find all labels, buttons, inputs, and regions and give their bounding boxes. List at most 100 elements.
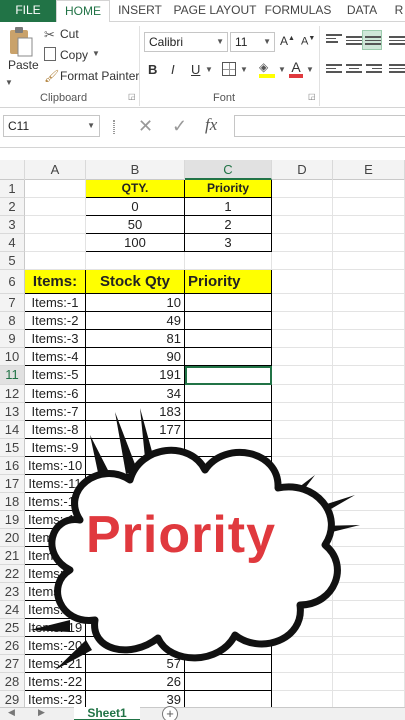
formula-input[interactable] [234, 115, 405, 137]
cell[interactable] [272, 294, 333, 312]
paste-icon[interactable] [8, 26, 34, 58]
grow-font-icon[interactable]: A▲ [280, 34, 295, 48]
cell[interactable] [272, 234, 333, 252]
priority-cell[interactable] [185, 348, 272, 366]
add-sheet-button[interactable]: + [162, 706, 178, 720]
cell[interactable] [272, 198, 333, 216]
cell[interactable] [333, 198, 405, 216]
stock-qty-cell[interactable]: 81 [86, 330, 185, 348]
column-header-b[interactable]: B [86, 160, 185, 180]
cell[interactable] [272, 180, 333, 198]
tab-home[interactable]: HOME [56, 0, 110, 23]
cell[interactable] [272, 312, 333, 330]
item-name-cell[interactable]: Items:-2 [25, 312, 86, 330]
priority-table-cell[interactable]: 0 [86, 198, 185, 216]
item-name-cell[interactable]: Items:-1 [25, 294, 86, 312]
row-header-6[interactable]: 6 [0, 270, 25, 294]
align-right-icon[interactable] [366, 64, 382, 76]
tab-insert[interactable]: INSERT [112, 0, 168, 22]
column-header-c[interactable]: C [185, 160, 272, 180]
cut-button[interactable]: Cut [60, 27, 79, 41]
cell[interactable] [272, 270, 333, 294]
copy-button[interactable]: Copy [60, 48, 88, 62]
column-header-a[interactable]: A [25, 160, 86, 180]
priority-table-header[interactable]: QTY. [86, 180, 185, 198]
cell[interactable] [333, 330, 405, 348]
cell[interactable] [333, 366, 405, 385]
row-header-2[interactable]: 2 [0, 198, 25, 216]
cell[interactable] [333, 252, 405, 270]
cell[interactable] [25, 216, 86, 234]
row-header-5[interactable]: 5 [0, 252, 25, 270]
row-header-10[interactable]: 10 [0, 348, 25, 366]
row-header-11[interactable]: 11 [0, 366, 25, 385]
priority-table-cell[interactable]: 100 [86, 234, 185, 252]
cell[interactable] [333, 180, 405, 198]
cell[interactable] [333, 216, 405, 234]
priority-cell[interactable] [185, 330, 272, 348]
row-header-4[interactable]: 4 [0, 234, 25, 252]
font-color-dropdown-icon[interactable]: ▼ [306, 65, 314, 74]
cell[interactable] [333, 294, 405, 312]
next-sheet-icon[interactable]: ▶ [38, 707, 45, 718]
row-header-7[interactable]: 7 [0, 294, 25, 312]
items-table-header[interactable]: Items: [25, 270, 86, 294]
priority-table-cell[interactable]: 2 [185, 216, 272, 234]
font-name-combo[interactable]: Calibri ▼ [144, 32, 228, 52]
font-color-icon[interactable]: A [289, 59, 303, 78]
priority-cell[interactable] [185, 294, 272, 312]
stock-qty-cell[interactable]: 90 [86, 348, 185, 366]
name-box[interactable]: C11 ▼ [3, 115, 100, 137]
items-table-header[interactable]: Stock Qty [86, 270, 185, 294]
underline-dropdown-icon[interactable]: ▼ [205, 65, 213, 74]
paste-button[interactable]: Paste [8, 58, 39, 72]
cancel-icon[interactable]: ✕ [138, 116, 153, 137]
clipboard-launcher-icon[interactable]: ◲ [128, 92, 136, 101]
formula-bar-grip[interactable] [113, 120, 115, 134]
tab-file[interactable]: FILE [0, 0, 56, 22]
paste-dropdown-icon[interactable]: ▼ [5, 78, 13, 87]
items-table-header[interactable]: Priority [185, 270, 272, 294]
select-all-corner[interactable] [0, 160, 25, 180]
cell[interactable] [272, 366, 333, 385]
cell[interactable] [333, 234, 405, 252]
cell[interactable] [86, 252, 185, 270]
fill-color-icon[interactable]: ◈ [259, 60, 275, 78]
cell[interactable] [272, 216, 333, 234]
align-top-icon[interactable] [326, 34, 342, 46]
item-name-cell[interactable]: Items:-5 [25, 366, 86, 385]
stock-qty-cell[interactable]: 49 [86, 312, 185, 330]
priority-table-cell[interactable]: 3 [185, 234, 272, 252]
row-header-1[interactable]: 1 [0, 180, 25, 198]
tab-formulas[interactable]: FORMULAS [262, 0, 334, 22]
borders-icon[interactable] [222, 62, 236, 76]
stock-qty-cell[interactable]: 10 [86, 294, 185, 312]
priority-table-cell[interactable]: 50 [86, 216, 185, 234]
insert-function-icon[interactable]: fx [205, 115, 217, 135]
cell[interactable] [185, 252, 272, 270]
cell[interactable] [25, 180, 86, 198]
bold-button[interactable]: B [148, 62, 157, 77]
sheet-tab-sheet1[interactable]: Sheet1 [74, 707, 140, 720]
cell[interactable] [25, 198, 86, 216]
copy-dropdown-icon[interactable]: ▼ [92, 49, 100, 58]
cell[interactable] [333, 270, 405, 294]
indent-icon[interactable] [389, 64, 405, 76]
align-left-icon[interactable] [326, 64, 342, 76]
cell[interactable] [25, 252, 86, 270]
italic-button[interactable]: I [171, 62, 175, 77]
item-name-cell[interactable]: Items:-3 [25, 330, 86, 348]
shrink-font-icon[interactable]: A▼ [301, 35, 315, 48]
priority-cell[interactable] [185, 366, 272, 385]
priority-table-cell[interactable]: 1 [185, 198, 272, 216]
row-header-8[interactable]: 8 [0, 312, 25, 330]
cell[interactable] [333, 312, 405, 330]
font-size-combo[interactable]: 11 ▼ [230, 32, 275, 52]
underline-button[interactable]: U [191, 62, 200, 77]
align-middle-icon[interactable] [346, 36, 362, 48]
row-header-3[interactable]: 3 [0, 216, 25, 234]
cell[interactable] [25, 234, 86, 252]
priority-table-header[interactable]: Priority [185, 180, 272, 198]
column-header-e[interactable]: E [333, 160, 405, 180]
format-painter-button[interactable]: Format Painter [60, 69, 139, 83]
